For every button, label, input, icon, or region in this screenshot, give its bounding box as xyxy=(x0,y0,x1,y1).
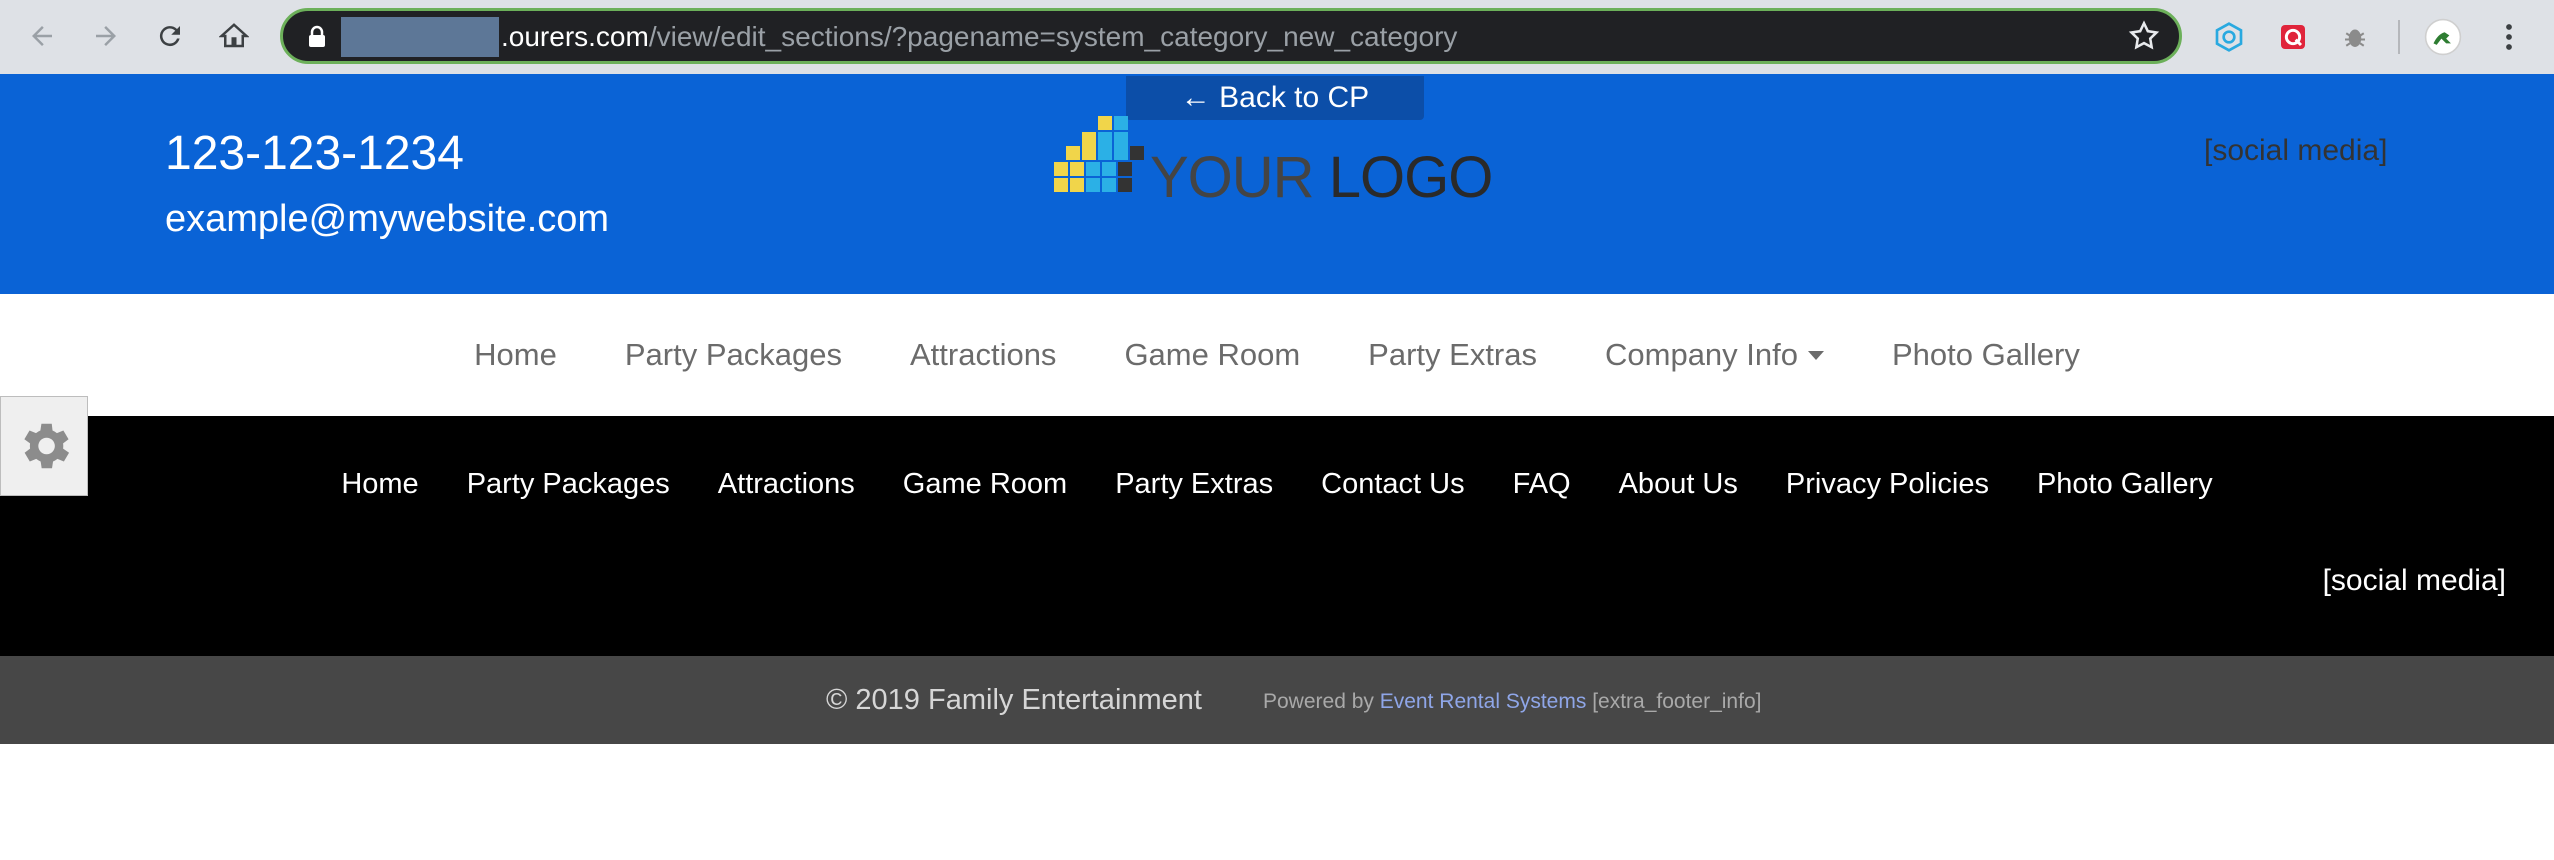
footer-item-party-packages[interactable]: Party Packages xyxy=(467,468,670,501)
kebab-menu-icon[interactable] xyxy=(2490,18,2528,56)
bookmark-star-icon[interactable] xyxy=(2127,19,2161,58)
footer-item-photo-gallery[interactable]: Photo Gallery xyxy=(2037,468,2213,501)
footer-item-about-us[interactable]: About Us xyxy=(1619,468,1738,501)
redacted-url-segment xyxy=(341,17,499,57)
back-arrow-icon[interactable] xyxy=(20,14,64,58)
address-bar[interactable]: .ourers.com/view/edit_sections/?pagename… xyxy=(280,8,2182,64)
url-host: .ourers.com xyxy=(501,21,649,52)
forward-arrow-icon[interactable] xyxy=(84,14,128,58)
nav-item-party-extras[interactable]: Party Extras xyxy=(1368,337,1537,373)
nav-item-photo-gallery[interactable]: Photo Gallery xyxy=(1892,337,2080,373)
footer-item-game-room[interactable]: Game Room xyxy=(903,468,1067,501)
copyright-bar: © 2019 Family Entertainment Powered by E… xyxy=(0,656,2554,744)
powered-by-label: Powered by xyxy=(1263,690,1374,713)
nav-item-company-info[interactable]: Company Info xyxy=(1605,337,1824,373)
chevron-down-icon xyxy=(1808,350,1824,360)
email-address[interactable]: example@mywebsite.com xyxy=(165,198,609,241)
reload-icon[interactable] xyxy=(148,14,192,58)
footer-nav: Home Party Packages Attractions Game Roo… xyxy=(0,468,2554,501)
footer-item-home[interactable]: Home xyxy=(341,468,418,501)
nav-item-party-packages[interactable]: Party Packages xyxy=(625,337,842,373)
powered-by: Powered by Event Rental Systems [extra_f… xyxy=(1263,690,1761,714)
social-media-placeholder: [social media] xyxy=(2204,134,2388,167)
primary-nav: Home Party Packages Attractions Game Roo… xyxy=(0,294,2554,416)
footer-item-privacy-policies[interactable]: Privacy Policies xyxy=(1786,468,1989,501)
lock-icon[interactable] xyxy=(307,25,327,54)
browser-toolbar: .ourers.com/view/edit_sections/?pagename… xyxy=(0,0,2554,74)
copyright-text: © 2019 Family Entertainment xyxy=(826,684,1202,716)
settings-widget[interactable] xyxy=(0,396,88,496)
phone-number[interactable]: 123-123-1234 xyxy=(165,126,464,181)
gear-icon xyxy=(24,423,70,469)
footer-item-attractions[interactable]: Attractions xyxy=(718,468,855,501)
url-path: /view/edit_sections/?pagename=system_cat… xyxy=(648,21,1458,52)
extra-footer-info: [extra_footer_info] xyxy=(1592,690,1762,713)
logo-text-logo: LOGO xyxy=(1328,145,1494,210)
logo-text-your: YOUR xyxy=(1150,145,1315,210)
footer-social-media-placeholder: [social media] xyxy=(2322,564,2506,597)
footer-item-faq[interactable]: FAQ xyxy=(1513,468,1571,501)
extension-hex-icon[interactable] xyxy=(2210,18,2248,56)
profile-avatar-icon[interactable] xyxy=(2424,18,2462,56)
back-to-cp-button[interactable]: ← Back to CP xyxy=(1126,76,1424,120)
site-logo[interactable]: YOUR LOGO xyxy=(1054,116,1493,210)
toolbar-separator xyxy=(2398,20,2400,54)
nav-item-company-info-label: Company Info xyxy=(1605,337,1798,372)
logo-grid-icon xyxy=(1054,116,1144,192)
extension-red-icon[interactable] xyxy=(2274,18,2312,56)
footer-item-party-extras[interactable]: Party Extras xyxy=(1115,468,1273,501)
home-icon[interactable] xyxy=(212,14,256,58)
logo-wordmark: YOUR LOGO xyxy=(1150,144,1494,211)
event-rental-systems-link[interactable]: Event Rental Systems xyxy=(1380,690,1587,713)
nav-item-game-room[interactable]: Game Room xyxy=(1124,337,1300,373)
site-footer: Home Party Packages Attractions Game Roo… xyxy=(0,416,2554,656)
site-header: 123-123-1234 example@mywebsite.com ← Bac… xyxy=(0,74,2554,294)
nav-item-attractions[interactable]: Attractions xyxy=(910,337,1056,373)
footer-item-contact-us[interactable]: Contact Us xyxy=(1321,468,1464,501)
extension-bug-icon[interactable] xyxy=(2336,18,2374,56)
nav-item-home[interactable]: Home xyxy=(474,337,557,373)
url-text[interactable]: .ourers.com/view/edit_sections/?pagename… xyxy=(501,21,1457,53)
